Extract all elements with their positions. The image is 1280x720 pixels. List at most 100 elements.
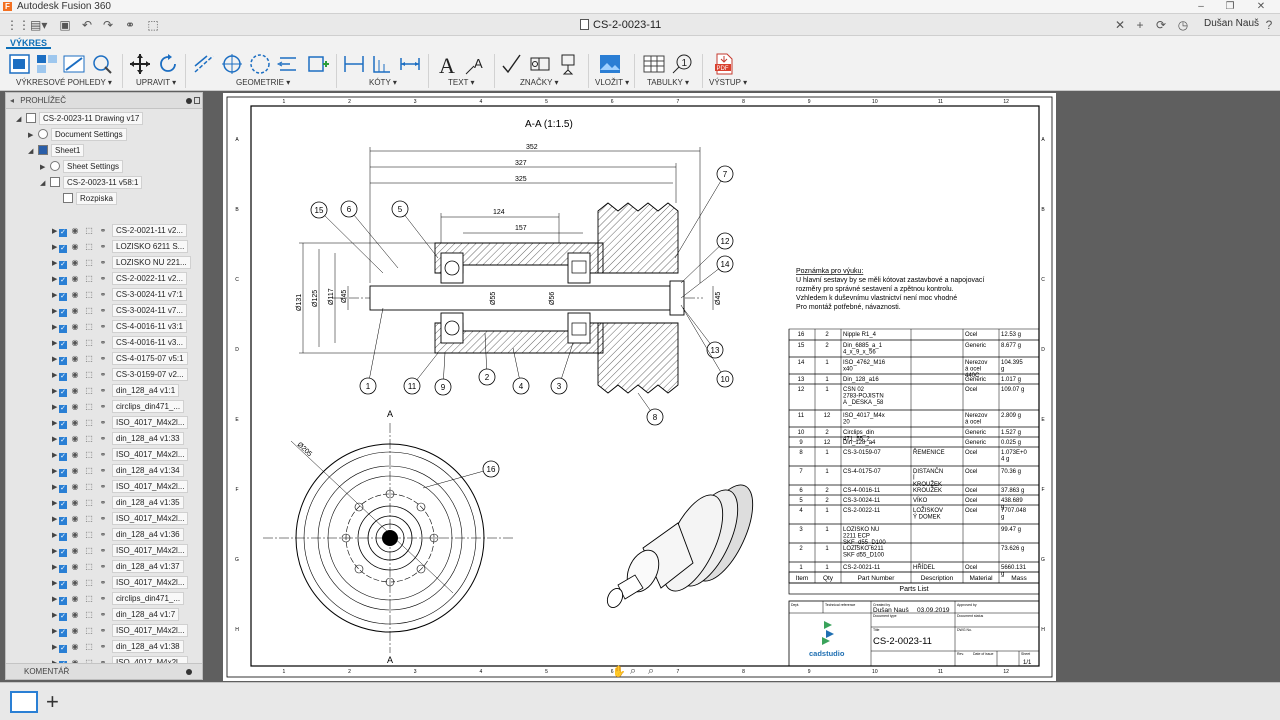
tree-component-item[interactable]: ▶✓◉ ⬚ ⚭ ISO_4017_M4x2l...	[52, 543, 189, 558]
tree-document-settings[interactable]: ▶ Document Settings	[28, 127, 127, 142]
visibility-checkbox[interactable]: ✓	[59, 277, 67, 285]
tree-component-item[interactable]: ▶ ✓ ◉ ⬚ ⚭ din_128_a4 v1:34	[52, 463, 184, 478]
visibility-checkbox[interactable]: ✓	[59, 453, 67, 461]
eye-icon[interactable]: ◉	[70, 527, 80, 542]
close-tab-icon[interactable]: ✕	[1114, 18, 1126, 32]
balloon-icon[interactable]: 1	[670, 52, 694, 76]
tree-expand-icon[interactable]: ▶	[52, 544, 59, 555]
zoom-icon[interactable]: ⌕	[630, 665, 636, 678]
center-mark-icon[interactable]	[220, 52, 244, 76]
visibility-checkbox[interactable]: ✓	[59, 293, 67, 301]
visibility-checkbox[interactable]: ✓	[59, 341, 67, 349]
comments-panel[interactable]: KOMENTÁŘ	[6, 663, 202, 679]
browser-pin-icon[interactable]	[186, 98, 192, 104]
eye-icon[interactable]: ◉	[70, 511, 80, 526]
tree-component-item[interactable]: ▶ ✓ ◉ ⬚ ⚭ din_128_a4 v1:35	[52, 495, 184, 510]
help-icon[interactable]: ?	[1262, 18, 1276, 32]
visibility-checkbox[interactable]: ✓	[59, 229, 67, 237]
save-icon[interactable]: ▣	[58, 18, 72, 32]
job-status-icon[interactable]: ⟳	[1154, 18, 1168, 32]
fit-icon[interactable]: ⌕	[648, 665, 654, 678]
tree-expand-icon[interactable]: ▶	[52, 384, 59, 395]
group-label-output[interactable]: VÝSTUP ▾	[709, 78, 747, 87]
eye-icon[interactable]: ◉	[70, 287, 80, 302]
file-menu-icon[interactable]: ▤▾	[30, 18, 47, 32]
insert-image-icon[interactable]	[598, 52, 622, 76]
eye-icon[interactable]: ◉	[70, 351, 80, 366]
eye-icon[interactable]: ◉	[70, 431, 80, 446]
tree-root[interactable]: ◢ CS-2-0023-11 Drawing v17	[16, 111, 144, 126]
visibility-checkbox[interactable]: ✓	[59, 629, 67, 637]
eye-icon[interactable]: ◉	[70, 623, 80, 638]
tree-component-item[interactable]: ▶✓◉ ⬚ ⚭ ISO_4017_M4x2l...	[52, 447, 189, 462]
tree-component-item[interactable]: ▶ ✓ ◉ ⬚ ⚭ CS-4-0175-07 v5:1	[52, 351, 188, 366]
pdf-output-icon[interactable]: PDF	[712, 52, 736, 76]
eye-icon[interactable]: ◉	[70, 559, 80, 574]
visibility-checkbox[interactable]: ✓	[59, 613, 67, 621]
eye-icon[interactable]: ◉	[70, 495, 80, 510]
move-icon[interactable]	[128, 52, 152, 76]
maximize-button[interactable]: ❐	[1219, 0, 1241, 14]
dimension-icon[interactable]	[342, 52, 366, 76]
center-pattern-icon[interactable]	[248, 52, 272, 76]
centerline-icon[interactable]	[192, 52, 216, 76]
eye-icon[interactable]: ◉	[70, 591, 80, 606]
tree-expand-icon[interactable]: ▶	[52, 624, 59, 635]
visibility-checkbox[interactable]: ✓	[59, 437, 67, 445]
tree-expand-icon[interactable]: ▶	[52, 560, 59, 571]
tree-expand-icon[interactable]: ◢	[16, 112, 23, 123]
group-label-tables[interactable]: TABULKY ▾	[647, 78, 689, 87]
baseline-dimension-icon[interactable]	[398, 52, 422, 76]
tree-expand-icon[interactable]: ▶	[52, 512, 59, 523]
tree-expand-icon[interactable]: ▶	[52, 400, 59, 411]
tree-expand-icon[interactable]: ▶	[52, 256, 59, 267]
section-view-icon[interactable]	[62, 52, 86, 76]
tree-expand-icon[interactable]: ▶	[52, 352, 59, 363]
tree-expand-icon[interactable]: ▶	[52, 448, 59, 459]
visibility-checkbox[interactable]: ✓	[59, 245, 67, 253]
tree-component-item[interactable]: ▶✓◉ ⬚ ⚭ ISO_4017_M4x2l...	[52, 511, 189, 526]
tree-expand-icon[interactable]: ◢	[28, 144, 35, 155]
share-icon[interactable]: ⬚	[146, 18, 160, 32]
pan-icon[interactable]: ✋	[612, 665, 626, 678]
visibility-checkbox[interactable]: ✓	[59, 501, 67, 509]
rotate-icon[interactable]	[156, 52, 180, 76]
base-view-icon[interactable]	[8, 52, 32, 76]
insert-sketch-icon[interactable]	[306, 52, 330, 76]
close-window-button[interactable]: ✕	[1250, 0, 1272, 14]
tree-component-item[interactable]: ▶ ✓ ◉ ⬚ ⚭ CS-4-0016-11 v3:1	[52, 319, 187, 334]
tree-component-item[interactable]: ▶ ✓ ◉ ⬚ ⚭ CS-3-0024-11 v7...	[52, 303, 187, 318]
tree-expand-icon[interactable]: ▶	[52, 272, 59, 283]
tree-expand-icon[interactable]: ▶	[52, 416, 59, 427]
eye-icon[interactable]: ◉	[70, 447, 80, 462]
text-icon[interactable]: A	[436, 52, 460, 76]
visibility-checkbox[interactable]: ✓	[59, 373, 67, 381]
group-label-symbols[interactable]: ZNAČKY ▾	[520, 78, 559, 87]
document-tab[interactable]: CS-2-0023-11 Drawing v17	[580, 15, 700, 51]
isometric-view[interactable]	[604, 477, 764, 610]
eye-icon[interactable]: ◉	[70, 223, 80, 238]
visibility-checkbox[interactable]: ✓	[59, 421, 67, 429]
tree-component-item[interactable]: ▶✓◉ ⬚ ⚭ ISO_4017_M4x2l...	[52, 623, 189, 638]
tree-expand-icon[interactable]: ▶	[28, 128, 35, 139]
tree-expand-icon[interactable]: ▶	[52, 576, 59, 587]
eye-icon[interactable]: ◉	[70, 367, 80, 382]
tree-expand-icon[interactable]: ▶	[52, 320, 59, 331]
collapse-browser-icon[interactable]: ◂	[10, 93, 18, 109]
projected-view-icon[interactable]	[35, 52, 59, 76]
group-label-text[interactable]: TEXT ▾	[448, 78, 475, 87]
eye-icon[interactable]: ◉	[70, 543, 80, 558]
visibility-checkbox[interactable]: ✓	[59, 325, 67, 333]
tree-expand-icon[interactable]: ▶	[52, 496, 59, 507]
eye-icon[interactable]: ◉	[70, 255, 80, 270]
tree-component-item[interactable]: ▶ ✓ ◉ ⬚ ⚭ circlips_din471_...	[52, 591, 185, 606]
eye-icon[interactable]: ◉	[70, 639, 80, 654]
tree-expand-icon[interactable]: ▶	[52, 224, 59, 235]
tree-component-item[interactable]: ▶✓◉ ⬚ ⚭ ISO_4017_M4x2l...	[52, 575, 189, 590]
tree-component-item[interactable]: ▶ ✓ ◉ ⬚ ⚭ din_128_a4 v1:7	[52, 607, 180, 622]
group-label-geometry[interactable]: GEOMETRIE ▾	[236, 78, 290, 87]
tree-component-item[interactable]: ▶ ✓ ◉ ⬚ ⚭ din_128_a4 v1:38	[52, 639, 184, 654]
tree-expand-icon[interactable]: ▶	[52, 368, 59, 379]
tree-expand-icon[interactable]: ▶	[52, 240, 59, 251]
group-label-dimensions[interactable]: KÓTY ▾	[369, 78, 397, 87]
